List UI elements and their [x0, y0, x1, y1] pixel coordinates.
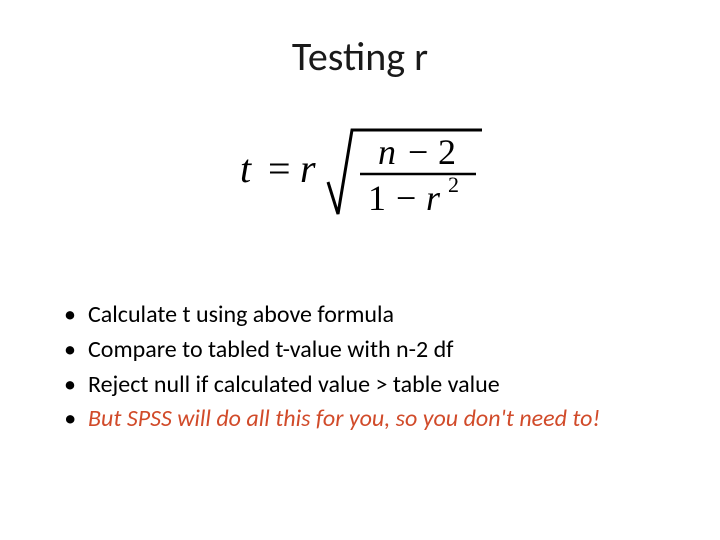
formula-t: t [240, 146, 252, 191]
frac-num-minus: − [408, 132, 428, 172]
frac-den-1: 1 [368, 178, 386, 218]
frac-num-n: n [378, 132, 396, 172]
formula-block: t = r n − 2 1 − r 2 [0, 112, 720, 237]
bullet-text: But SPSS will do all this for you, so yo… [88, 404, 600, 433]
bullet-text: Calculate t using above formula [88, 300, 394, 329]
formula-equals: = [268, 146, 291, 191]
frac-den-minus: − [396, 178, 416, 218]
frac-num-2: 2 [438, 132, 456, 172]
frac-den-exp: 2 [448, 172, 459, 197]
slide: Testing r t = r n − 2 1 − r 2 [0, 0, 720, 540]
slide-title: Testing r [0, 32, 720, 81]
bullet-item: Reject null if calculated value > table … [60, 368, 660, 403]
bullet-list: Calculate t using above formula Compare … [60, 298, 660, 437]
frac-den-r: r [426, 178, 441, 218]
bullet-item: Calculate t using above formula [60, 298, 660, 333]
bullet-text: Compare to tabled t-value with n-2 df [88, 335, 454, 364]
bullet-text: Reject null if calculated value > table … [88, 370, 500, 399]
bullet-item-emphasis: But SPSS will do all this for you, so yo… [60, 402, 660, 437]
bullet-item: Compare to tabled t-value with n-2 df [60, 333, 660, 368]
formula-r: r [300, 146, 316, 191]
formula-svg: t = r n − 2 1 − r 2 [230, 112, 490, 232]
